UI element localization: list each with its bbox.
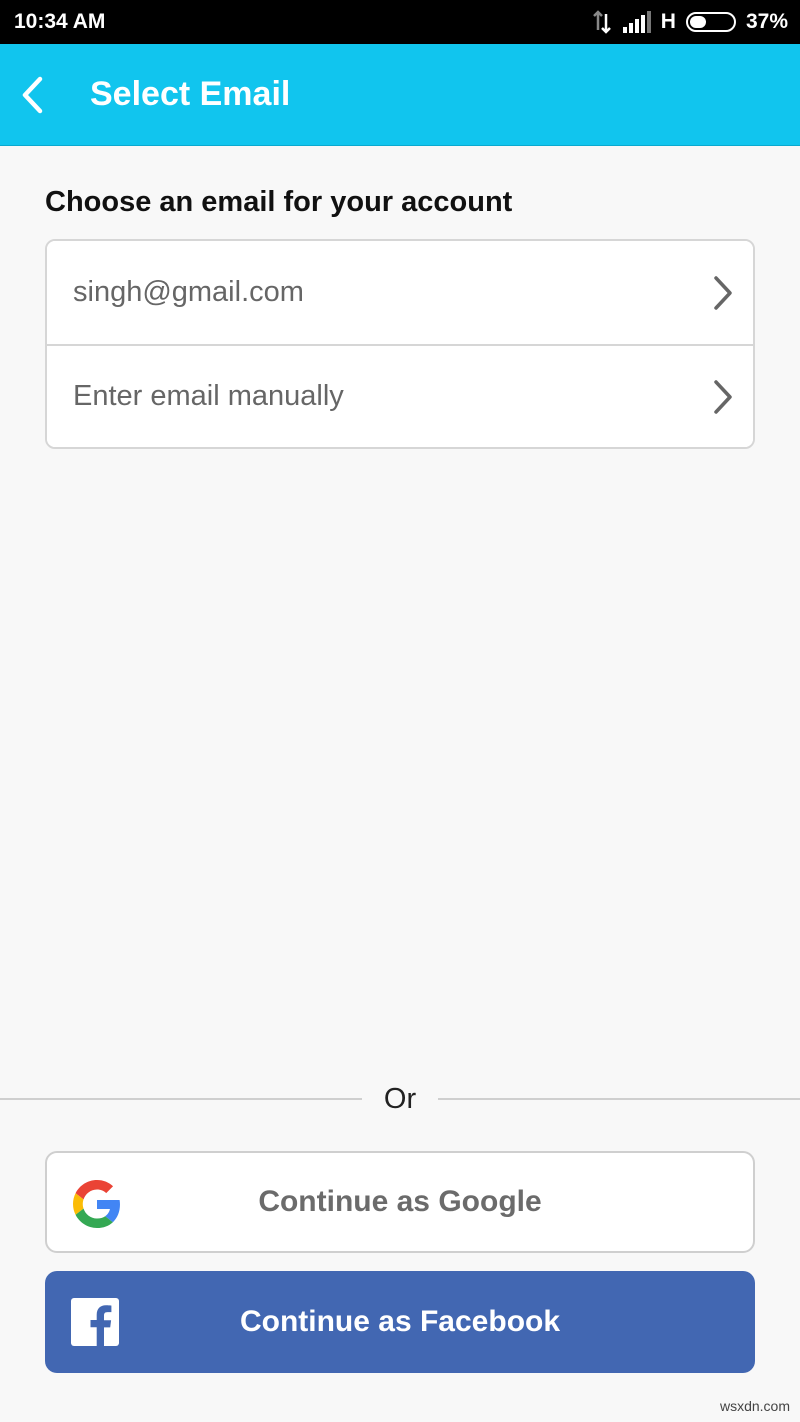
network-type: H xyxy=(660,10,676,33)
app-bar: Select Email xyxy=(0,44,800,146)
status-bar: 10:34 AM H 37% xyxy=(0,0,800,44)
email-option-label: singh@gmail.com xyxy=(73,276,304,308)
battery-percent: 37% xyxy=(745,10,788,33)
status-time: 10:34 AM xyxy=(14,10,106,33)
chevron-right-icon xyxy=(714,275,732,310)
google-button-label: Continue as Google xyxy=(258,1185,542,1218)
facebook-button-label: Continue as Facebook xyxy=(239,1305,561,1338)
email-options-list: singh@gmail.com Enter email manually xyxy=(45,239,755,449)
or-divider: Or xyxy=(0,1072,800,1126)
data-transfer-icon xyxy=(591,10,613,34)
chevron-right-icon xyxy=(714,379,732,414)
section-heading: Choose an email for your account xyxy=(45,186,513,218)
divider-line xyxy=(0,1098,362,1100)
email-option-label: Enter email manually xyxy=(73,380,344,412)
status-icons: H 37% xyxy=(591,10,788,34)
google-icon xyxy=(73,1180,120,1228)
facebook-icon xyxy=(71,1298,119,1346)
watermark: wsxdn.com xyxy=(719,1398,790,1414)
continue-facebook-button[interactable]: Continue as Facebook xyxy=(45,1271,755,1373)
continue-google-button[interactable]: Continue as Google xyxy=(45,1151,755,1253)
chevron-left-icon xyxy=(22,76,43,113)
signal-icon xyxy=(622,11,651,33)
battery-level xyxy=(689,16,706,28)
back-button[interactable] xyxy=(20,44,80,146)
email-option-manual[interactable]: Enter email manually xyxy=(47,344,753,447)
battery-icon xyxy=(685,12,736,32)
page-title: Select Email xyxy=(90,75,291,113)
divider-line xyxy=(438,1098,800,1100)
divider-text: Or xyxy=(383,1082,417,1115)
email-option-account[interactable]: singh@gmail.com xyxy=(47,241,753,344)
